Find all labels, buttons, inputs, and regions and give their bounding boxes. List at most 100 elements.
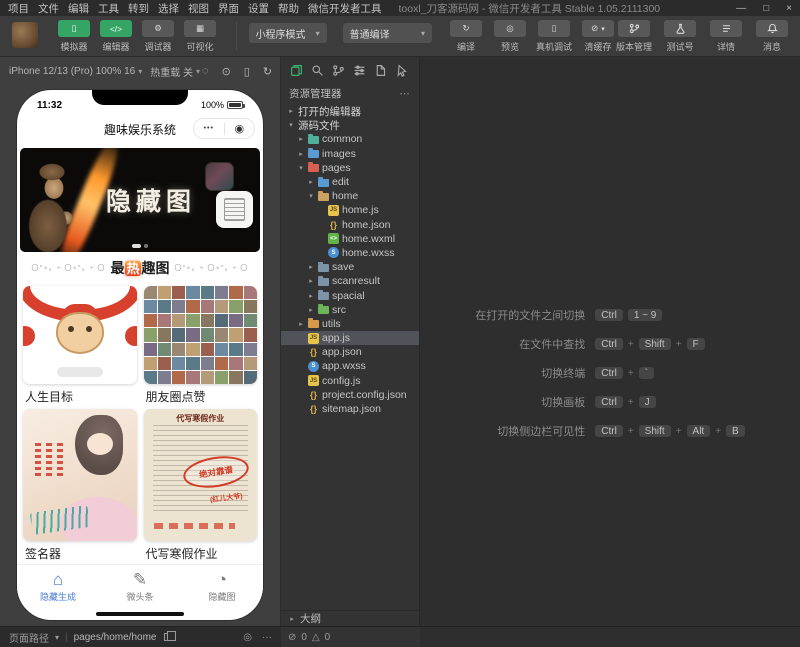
collage-cell (172, 328, 185, 341)
page-path-value: pages/home/home (74, 632, 157, 643)
card-life-goal[interactable] (23, 286, 137, 384)
menubar-item[interactable]: 帮助 (278, 1, 299, 16)
tab-micro-headline[interactable]: ✎ 微头条 (99, 570, 181, 608)
details-button[interactable]: 详情 (708, 20, 744, 53)
pin-icon[interactable]: ◎ (243, 632, 252, 643)
rotate-icon[interactable]: ↻ (263, 65, 272, 78)
tree-item[interactable]: ▾pages (281, 161, 419, 175)
tree-item[interactable]: {}app.json (281, 345, 419, 359)
more-icon[interactable]: ⋯ (400, 88, 412, 100)
menubar-item[interactable]: 视图 (188, 1, 209, 16)
collage-cell (229, 328, 242, 341)
tree-item[interactable]: ▸spacial (281, 288, 419, 302)
collage-cell (201, 343, 214, 356)
shortcut-label: 切换终端 (475, 365, 585, 381)
tree-item[interactable]: ▸common (281, 132, 419, 146)
collage-cell (158, 357, 171, 370)
user-avatar[interactable] (12, 22, 38, 48)
git-icon[interactable] (332, 64, 345, 77)
debugger-toggle-button[interactable]: ⚙ 调试器 (140, 20, 176, 53)
collage-cell (201, 314, 214, 327)
device-icon: ▯ (538, 20, 570, 37)
minimize-button[interactable]: — (736, 3, 746, 14)
menubar-item[interactable]: 选择 (158, 1, 179, 16)
capsule-home-button[interactable]: ◉ (225, 122, 255, 135)
tree-item-label: src (332, 304, 346, 316)
tree-item[interactable]: ▾home (281, 189, 419, 203)
card-friend-likes[interactable] (144, 286, 258, 384)
menubar-item[interactable]: 文件 (38, 1, 59, 16)
tree-item[interactable]: <>home.wxml (281, 232, 419, 246)
tree-item[interactable]: Sapp.wxss (281, 359, 419, 373)
tree-item-label: pages (322, 162, 351, 174)
card-label: 签名器 (25, 545, 135, 562)
banner-image[interactable]: 隐藏图 (20, 148, 260, 252)
plus-separator: + (628, 368, 634, 379)
page-path-select[interactable]: 页面路径 (9, 630, 49, 645)
menubar-item[interactable]: 工具 (98, 1, 119, 16)
test-account-button[interactable]: 测试号 (662, 20, 698, 53)
tree-item[interactable]: ▸src (281, 303, 419, 317)
problems-section[interactable]: ⊘ 0 △ 0 (281, 627, 420, 647)
tree-item[interactable]: JSapp.js (281, 331, 419, 345)
tree-item[interactable]: ▸save (281, 260, 419, 274)
tree-item[interactable]: ▸utils (281, 317, 419, 331)
network-icon[interactable]: ◌ (202, 65, 209, 78)
tree-item[interactable]: ▾源码文件 (281, 118, 419, 132)
menubar-item[interactable]: 微信开发者工具 (308, 1, 382, 16)
json-file-icon: {} (308, 389, 319, 400)
device-select[interactable]: iPhone 12/13 (Pro) 100% 16 (9, 66, 135, 77)
file-icon[interactable] (374, 64, 387, 77)
files-icon[interactable] (290, 64, 303, 77)
menubar-item[interactable]: 设置 (248, 1, 269, 16)
menubar-item[interactable]: 界面 (218, 1, 239, 16)
card-homework[interactable]: 代写寒假作业 绝对靠谱 (红儿大爷) (144, 409, 258, 541)
clear-cache-button[interactable]: ⊘▾ 清缓存 (580, 20, 616, 53)
preview-button[interactable]: ◎ 预览 (492, 20, 528, 53)
compile-button[interactable]: ↻ 编译 (448, 20, 484, 53)
tree-item[interactable]: ▸scanresult (281, 274, 419, 288)
maximize-button[interactable]: □ (763, 3, 769, 14)
version-manage-button[interactable]: 版本管理 (616, 20, 652, 53)
tree-item[interactable]: Shome.wxss (281, 246, 419, 260)
search-icon[interactable] (311, 64, 324, 77)
settings-sliders-icon[interactable] (353, 64, 366, 77)
remote-debug-button[interactable]: ▯ 真机调试 (536, 20, 572, 53)
collage-cell (229, 343, 242, 356)
tree-item[interactable]: ▸edit (281, 175, 419, 189)
editor-toggle-button[interactable]: </> 编辑器 (98, 20, 134, 53)
tree-item[interactable]: JShome.js (281, 203, 419, 217)
capsule-more-button[interactable]: ••• (194, 125, 224, 132)
phone-frame: 11:32 100% 趣味娱乐系统 ••• ◉ 隐藏图 (17, 90, 263, 620)
menubar-item[interactable]: 转到 (128, 1, 149, 16)
locate-icon[interactable]: ⊙ (222, 65, 231, 78)
mode-select[interactable]: 小程序模式 ▾ (249, 23, 327, 43)
collage-cell (172, 357, 185, 370)
visualizer-toggle-button[interactable]: ▦ 可视化 (182, 20, 218, 53)
home-icon: ⌂ (53, 570, 63, 589)
activity-bar (281, 57, 419, 83)
tree-item[interactable]: ▸images (281, 147, 419, 161)
card-signature[interactable] (23, 409, 137, 541)
collage-grid (144, 286, 258, 384)
more-dots-icon[interactable]: ··· (262, 632, 272, 643)
tab-hidden-generate[interactable]: ⌂ 隐藏生成 (17, 570, 99, 608)
tree-item[interactable]: {}sitemap.json (281, 402, 419, 416)
compile-mode-select[interactable]: 普通编译 ▾ (343, 23, 432, 43)
outline-section[interactable]: ▸ 大纲 (281, 610, 419, 626)
tree-item[interactable]: {}home.json (281, 218, 419, 232)
device-frame-icon[interactable]: ▯ (244, 65, 250, 78)
tree-item[interactable]: JSconfig.js (281, 374, 419, 388)
simulator-toggle-button[interactable]: ▯ 模拟器 (56, 20, 92, 53)
close-button[interactable]: × (786, 3, 792, 14)
messages-button[interactable]: 消息 (754, 20, 790, 53)
tree-item[interactable]: ▸打开的编辑器 (281, 104, 419, 118)
hot-reload-select[interactable]: 热重载 关 (150, 64, 193, 79)
copy-icon[interactable] (164, 633, 171, 641)
menubar-item[interactable]: 编辑 (68, 1, 89, 16)
menubar-item[interactable]: 项目 (8, 1, 29, 16)
tab-hidden-image[interactable]: ◔ 隐藏图 (181, 570, 263, 608)
plugin-pointer-icon[interactable] (395, 64, 408, 77)
tree-item[interactable]: {}project.config.json (281, 388, 419, 402)
tree-item-label: save (332, 261, 354, 273)
